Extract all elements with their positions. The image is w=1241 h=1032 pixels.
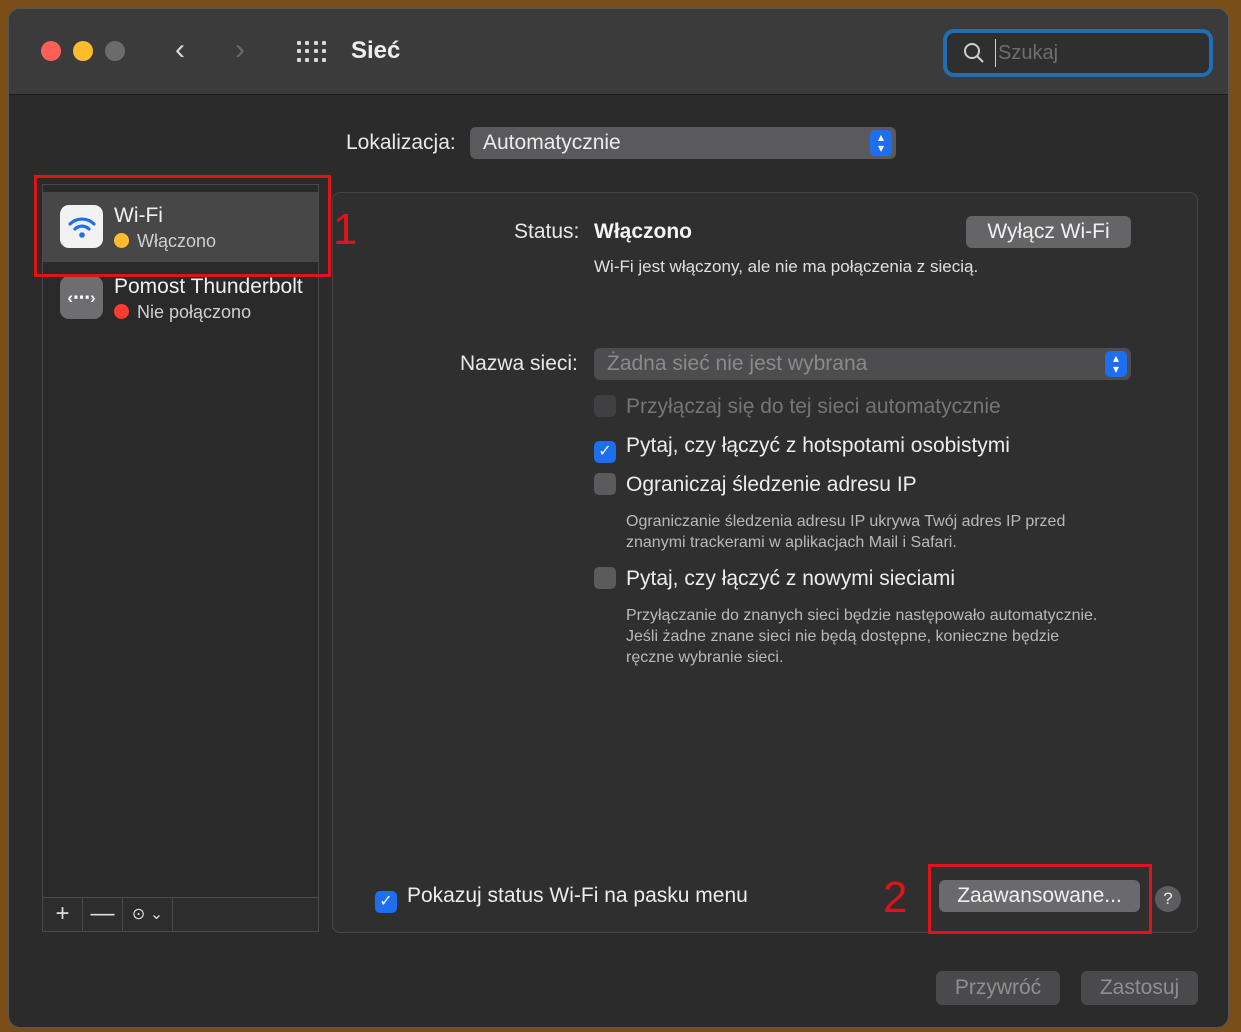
back-arrow-icon[interactable]: ‹ — [175, 31, 185, 69]
services-sidebar: Wi-Fi Włączono ‹⋯› Pomost Thunderbolt Ni… — [42, 184, 319, 932]
search-field[interactable] — [943, 29, 1213, 77]
status-label: Status: — [514, 220, 580, 243]
minimize-window-button[interactable] — [73, 41, 93, 61]
auto-join-checkbox[interactable] — [594, 395, 616, 417]
ask-hotspots-checkbox[interactable]: ✓ — [594, 441, 616, 463]
show-wifi-status-label: Pokazuj status Wi-Fi na pasku menu — [407, 884, 748, 907]
apply-button[interactable]: Zastosuj — [1081, 971, 1198, 1005]
location-label: Lokalizacja: — [346, 131, 456, 154]
zoom-window-button[interactable] — [105, 41, 125, 61]
title-bar: ‹ › Sieć — [9, 9, 1228, 95]
ask-new-networks-option: Pytaj, czy łączyć z nowymi sieciami — [594, 567, 955, 591]
network-preferences-window: ‹ › Sieć Lokalizacja: Automatycznie ▴▾ — [8, 8, 1229, 1028]
limit-ip-tracking-hint: Ograniczanie śledzenia adresu IP ukrywa … — [626, 513, 1066, 551]
popup-chevrons-icon: ▴ ▾ — [870, 130, 892, 156]
wifi-settings-panel — [332, 192, 1198, 933]
ask-new-networks-hint: Przyłączanie do znanych sieci będzie nas… — [626, 607, 1098, 666]
limit-ip-tracking-option: Ograniczaj śledzenie adresu IP — [594, 473, 917, 497]
ask-new-networks-label: Pytaj, czy łączyć z nowymi sieciami — [626, 567, 956, 590]
search-input[interactable] — [995, 39, 1195, 67]
show-all-grid-icon[interactable] — [297, 41, 327, 63]
location-popup[interactable]: Automatycznie ▴ ▾ — [470, 127, 896, 159]
location-value: Automatycznie — [483, 131, 621, 154]
sidebar-item-status: Nie połączono — [114, 302, 251, 323]
status-dot-icon — [114, 304, 129, 319]
ask-hotspots-option: ✓ Pytaj, czy łączyć z hotspotami osobisty… — [594, 434, 1010, 463]
thunderbolt-bridge-icon: ‹⋯› — [60, 276, 103, 319]
show-wifi-status-option: ✓ Pokazuj status Wi-Fi na pasku menu — [375, 884, 748, 913]
help-button[interactable]: ? — [1155, 886, 1181, 912]
show-wifi-status-checkbox[interactable]: ✓ — [375, 891, 397, 913]
limit-ip-tracking-label: Ograniczaj śledzenie adresu IP — [626, 473, 917, 496]
limit-ip-tracking-checkbox[interactable] — [594, 473, 616, 495]
sidebar-toolbar: + — ⊙ ⌄ — [43, 897, 318, 931]
network-name-popup[interactable]: Żadna sieć nie jest wybrana ▴ ▾ — [594, 348, 1131, 380]
action-menu-button[interactable]: ⊙ ⌄ — [123, 898, 173, 931]
annotation-box-1 — [34, 175, 331, 277]
search-icon — [964, 43, 984, 63]
remove-service-button[interactable]: — — [83, 898, 123, 931]
auto-join-option: Przyłączaj się do tej sieci automatyczni… — [594, 395, 1001, 419]
network-name-value: Żadna sieć nie jest wybrana — [607, 352, 868, 375]
annotation-box-2 — [928, 864, 1152, 934]
ask-hotspots-label: Pytaj, czy łączyć z hotspotami osobistym… — [626, 434, 1010, 457]
window-title: Sieć — [351, 37, 401, 64]
close-window-button[interactable] — [41, 41, 61, 61]
annotation-number-1: 1 — [333, 205, 358, 254]
auto-join-label: Przyłączaj się do tej sieci automatyczni… — [626, 395, 1001, 418]
sidebar-item-label: Pomost Thunderbolt — [114, 275, 303, 298]
add-service-button[interactable]: + — [43, 898, 83, 931]
network-name-label: Nazwa sieci: — [460, 352, 578, 375]
popup-chevrons-icon: ▴ ▾ — [1105, 351, 1127, 377]
status-value: Włączono — [594, 220, 692, 243]
revert-button[interactable]: Przywróć — [936, 971, 1060, 1005]
annotation-number-2: 2 — [883, 873, 908, 922]
ask-new-networks-checkbox[interactable] — [594, 567, 616, 589]
status-description: Wi-Fi jest włączony, ale nie ma połączen… — [594, 257, 979, 276]
turn-wifi-off-button[interactable]: Wyłącz Wi-Fi — [966, 216, 1131, 248]
forward-arrow-icon[interactable]: › — [235, 31, 245, 69]
